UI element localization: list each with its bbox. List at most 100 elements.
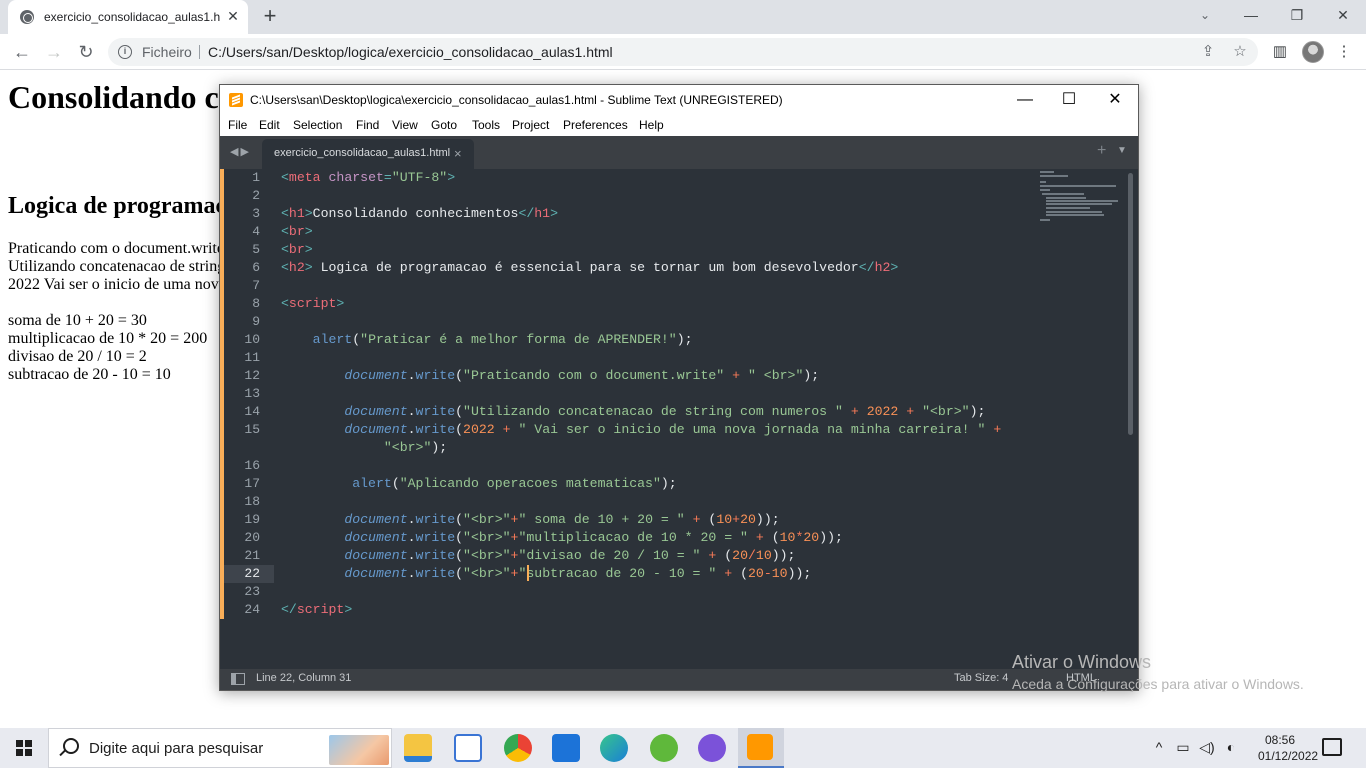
sidebar-icon[interactable]: ▥ [1270,42,1290,62]
reload-icon[interactable]: ↻ [74,40,98,64]
maximize-icon[interactable]: ☐ [1046,85,1092,115]
restore-icon[interactable]: ❐ [1274,0,1320,30]
tab-size[interactable]: Tab Size: 4 [954,672,1008,684]
menu-tools[interactable]: Tools [472,118,500,132]
menu-help[interactable]: Help [639,118,664,132]
taskbar-clock[interactable]: 08:56 01/12/2022 [1258,732,1319,764]
sublime-titlebar[interactable]: C:\Users\san\Desktop\logica\exercicio_co… [220,85,1138,115]
back-arrow-icon[interactable]: ← [10,40,34,64]
forward-arrow-icon[interactable]: → [42,40,66,64]
line-number-active: 22 [224,565,274,583]
code-line-17: alert("Aplicando operacoes matematicas")… [352,476,677,491]
url-text[interactable]: C:/Users/san/Desktop/logica/exercicio_co… [208,44,613,60]
close-icon[interactable]: ✕ [1092,85,1138,115]
cursor-position[interactable]: Line 22, Column 31 [256,672,351,684]
tab-close-icon[interactable]: ✕ [224,7,242,25]
browser-tab[interactable]: exercicio_consolidacao_aulas1.html ✕ [8,0,248,34]
code-line-4: <br> [281,224,313,239]
edge-icon[interactable] [600,734,628,762]
menu-edit[interactable]: Edit [259,118,280,132]
windows-logo-icon [16,740,32,756]
tab-dropdown-icon[interactable]: ▼ [1117,145,1127,156]
new-tab-plus-icon[interactable]: + [1097,142,1106,160]
taskbar-search[interactable]: Digite aqui para pesquisar [48,728,392,768]
star-icon[interactable]: ☆ [1230,42,1250,62]
line-number: 16 [244,458,260,473]
menu-file[interactable]: File [228,118,247,132]
search-placeholder: Digite aqui para pesquisar [89,740,264,757]
minimize-icon[interactable]: — [1002,85,1048,115]
sublime-text-icon[interactable] [747,734,773,760]
code-line-1: <meta charset="UTF-8"> [281,170,456,185]
code-line-22: document.write("<br>"+"subtracao de 20 -… [344,566,812,581]
menu-project[interactable]: Project [512,118,549,132]
clock-date: 01/12/2022 [1258,749,1319,763]
menu-view[interactable]: View [392,118,418,132]
sublime-logo-icon [229,93,243,107]
line-number: 17 [244,476,260,491]
utorrent-icon[interactable] [650,734,678,762]
line-number: 21 [244,548,260,563]
line-number: 14 [244,404,260,419]
tab-close-icon[interactable]: × [454,146,462,161]
avatar[interactable] [1302,41,1324,63]
code-editor[interactable]: 1 2 3 4 5 6 7 8 9 10 11 12 13 14 15 16 1… [220,169,1138,669]
share-icon[interactable]: ⇪ [1198,42,1218,62]
browser-tabstrip: exercicio_consolidacao_aulas1.html ✕ + ⌄… [0,0,1366,34]
chevron-up-icon[interactable]: ^ [1150,738,1168,756]
minimap[interactable] [1036,169,1126,229]
page-text-line: Praticando com o document.write [8,240,224,257]
line-number: 7 [252,278,260,293]
line-number: 20 [244,530,260,545]
line-number: 19 [244,512,260,527]
vertical-scrollbar[interactable] [1128,173,1133,435]
menu-preferences[interactable]: Preferences [563,118,628,132]
chip-divider [199,45,200,59]
mail-icon[interactable] [552,734,580,762]
browser-toolbar: ← → ↻ i Ficheiro C:/Users/san/Desktop/lo… [0,34,1366,70]
chrome-icon[interactable] [504,734,532,762]
microsoft-store-icon[interactable] [454,734,482,762]
tab-search-icon[interactable]: ⌄ [1196,6,1214,24]
network-icon[interactable]: ▭ [1174,738,1192,756]
sublime-window[interactable]: C:\Users\san\Desktop\logica\exercicio_co… [219,84,1139,691]
sublime-statusbar: Line 22, Column 31 Tab Size: 4 HTML [220,669,1138,690]
line-number: 12 [244,368,260,383]
code-line-15: document.write(2022 + " Vai ser o inicio… [344,422,1002,437]
notifications-icon[interactable] [1322,738,1342,756]
search-icon [63,738,79,754]
code-line-6: <h2> Logica de programacao é essencial p… [281,260,899,275]
battery-icon[interactable]: ◐ [1222,738,1240,756]
file-explorer-icon[interactable] [404,734,432,762]
new-tab-button[interactable]: + [258,5,282,29]
activation-watermark-subtitle: Aceda a Configurações para ativar o Wind… [1012,676,1304,692]
volume-icon[interactable]: ◁) [1198,738,1216,756]
menu-goto[interactable]: Goto [431,118,457,132]
activation-watermark-title: Ativar o Windows [1012,652,1152,672]
page-text-line: multiplicacao de 10 * 20 = 200 [8,330,208,347]
site-chip[interactable]: Ficheiro [142,44,192,60]
panel-toggle-icon[interactable] [231,673,245,685]
address-bar[interactable]: i Ficheiro C:/Users/san/Desktop/logica/e… [108,38,1258,66]
code-line-14: document.write("Utilizando concatenacao … [344,404,986,419]
start-button[interactable] [0,728,48,768]
menu-find[interactable]: Find [356,118,379,132]
menu-selection[interactable]: Selection [293,118,342,132]
line-number: 2 [252,188,260,203]
code-line-10: alert("Praticar é a melhor forma de APRE… [312,332,693,347]
code-line-5: <br> [281,242,313,257]
code-line-3: <h1>Consolidando conhecimentos</h1> [281,206,559,221]
text-cursor [527,565,529,581]
line-number: 5 [252,242,260,257]
line-number: 4 [252,224,260,239]
minimize-icon[interactable]: — [1228,0,1274,30]
game-app-icon[interactable] [698,734,726,762]
tab-nav-arrows-icon[interactable]: ◀▶ [230,145,251,158]
close-icon[interactable]: ✕ [1320,0,1366,30]
info-icon[interactable]: i [118,45,132,59]
sublime-file-tab[interactable]: exercicio_consolidacao_aulas1.html × [262,139,474,169]
page-text-line: subtracao de 20 - 10 = 10 [8,366,171,383]
line-number: 15 [244,422,260,437]
more-vert-icon[interactable]: ⋮ [1334,42,1354,62]
browser-tab-title: exercicio_consolidacao_aulas1.html [44,10,220,24]
